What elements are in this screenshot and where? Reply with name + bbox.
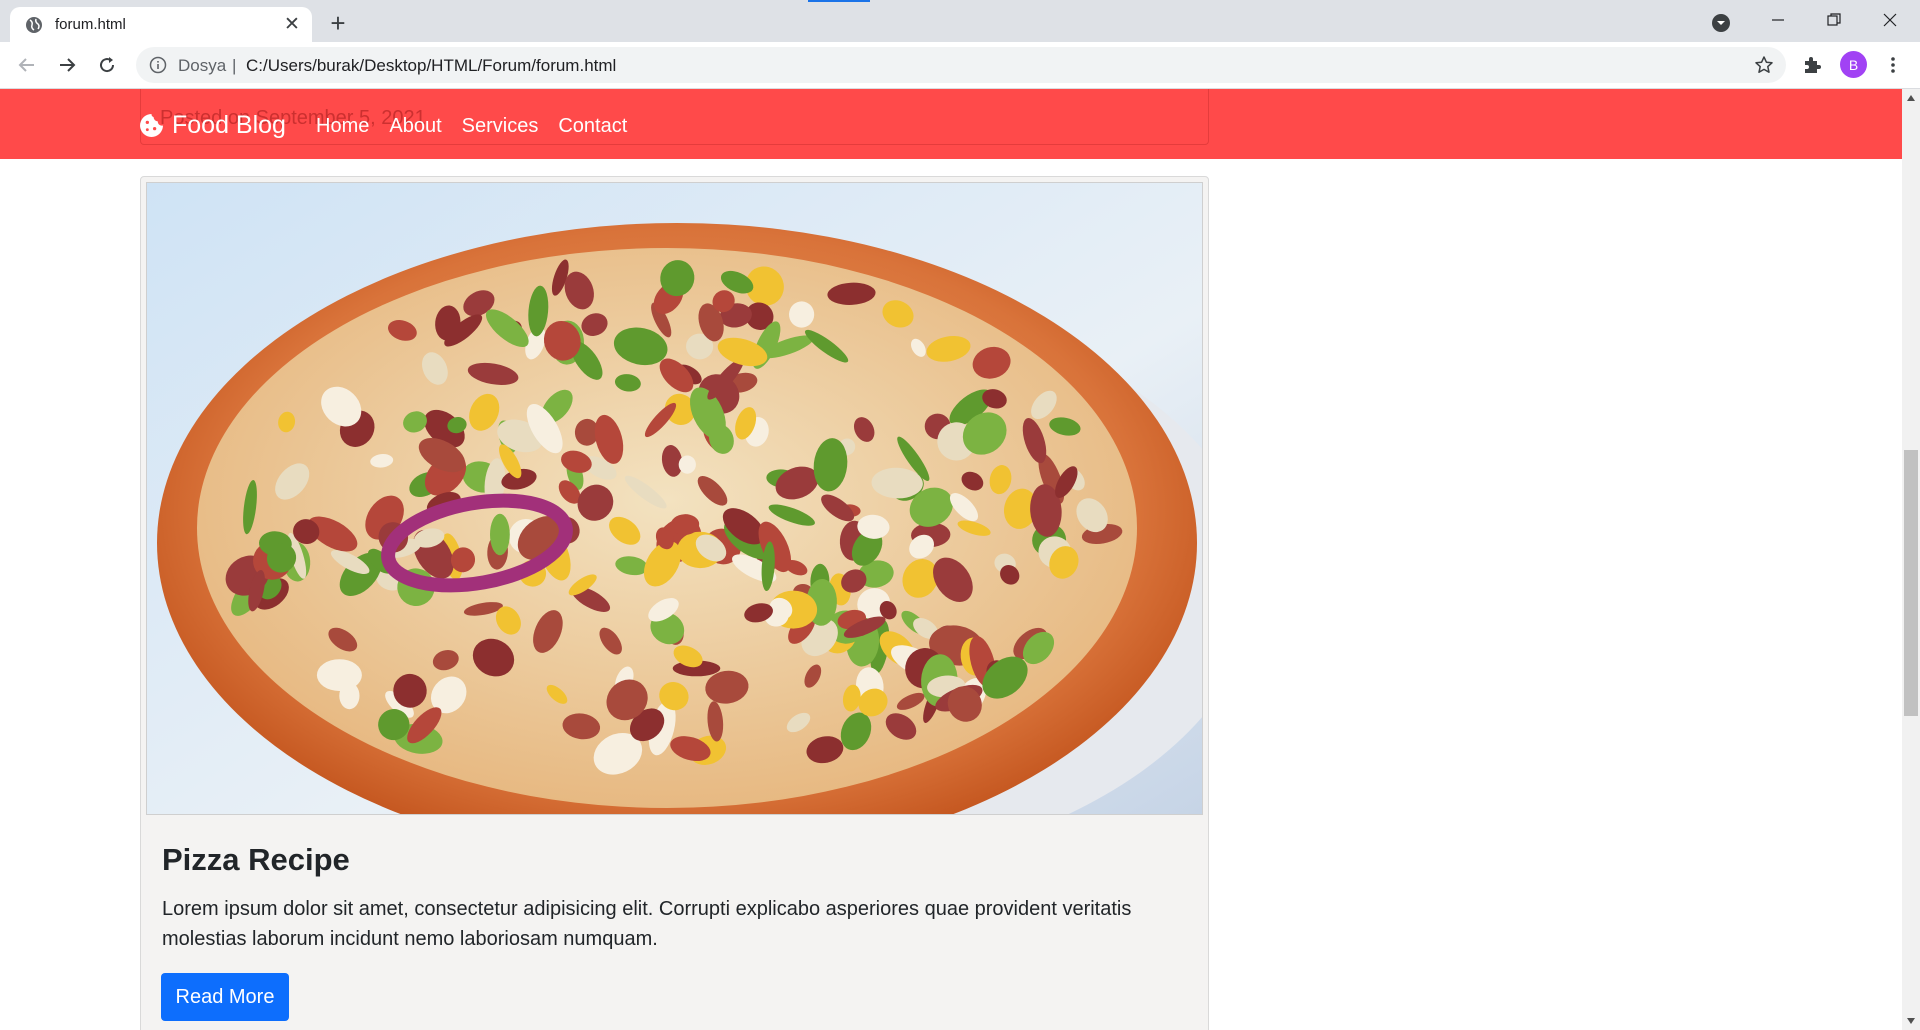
scroll-up-arrow-icon[interactable] xyxy=(1902,89,1920,107)
window-restore-icon[interactable] xyxy=(1806,0,1862,40)
site-info-icon[interactable] xyxy=(149,56,167,74)
browser-tab-forum[interactable]: forum.html ✕ xyxy=(10,7,312,42)
browser-menu-icon[interactable] xyxy=(1878,50,1908,80)
site-navbar: Posted on September 5, 2021 Food Blog Ho… xyxy=(0,89,1902,159)
window-minimize-icon[interactable] xyxy=(1750,0,1806,40)
scroll-thumb[interactable] xyxy=(1904,450,1918,716)
blog-post-card: Pizza Recipe Lorem ipsum dolor sit amet,… xyxy=(140,176,1209,1030)
navbar-links: Home About Services Contact xyxy=(316,115,647,138)
address-separator: | xyxy=(232,56,237,75)
profile-avatar[interactable]: B xyxy=(1840,51,1867,78)
nav-link-services[interactable]: Services xyxy=(462,115,539,138)
address-url[interactable]: C:/Users/burak/Desktop/HTML/Forum/forum.… xyxy=(246,56,616,76)
scroll-down-arrow-icon[interactable] xyxy=(1902,1012,1920,1030)
card-title: Pizza Recipe xyxy=(162,842,350,877)
page-scrollbar[interactable] xyxy=(1902,89,1920,1030)
pizza-image xyxy=(146,182,1203,815)
tab-search-icon[interactable] xyxy=(1709,11,1733,35)
address-origin-label: Dosya xyxy=(178,56,227,75)
reload-icon[interactable] xyxy=(92,50,122,80)
forward-arrow-icon[interactable] xyxy=(52,50,82,80)
extensions-puzzle-icon[interactable] xyxy=(1797,50,1827,80)
new-tab-plus-icon[interactable]: + xyxy=(324,8,352,38)
tab-title: forum.html xyxy=(55,16,126,33)
nav-link-contact[interactable]: Contact xyxy=(558,115,627,138)
read-more-button[interactable]: Read More xyxy=(161,973,289,1021)
navbar-brand[interactable]: Food Blog xyxy=(139,111,286,140)
brand-label: Food Blog xyxy=(172,111,286,139)
back-arrow-icon[interactable] xyxy=(12,50,42,80)
tab-loading-indicator xyxy=(808,0,870,2)
nav-link-home[interactable]: Home xyxy=(316,115,369,138)
bookmark-star-icon[interactable] xyxy=(1754,55,1774,75)
address-bar[interactable]: Dosya | C:/Users/burak/Desktop/HTML/Foru… xyxy=(136,47,1786,83)
nav-link-about[interactable]: About xyxy=(389,115,441,138)
page-viewport: Pizza Recipe Lorem ipsum dolor sit amet,… xyxy=(0,89,1902,1030)
tab-close-icon[interactable]: ✕ xyxy=(281,13,303,35)
browser-tab-strip: forum.html ✕ + xyxy=(0,0,1920,42)
card-text: Lorem ipsum dolor sit amet, consectetur … xyxy=(162,898,1132,950)
browser-toolbar: Dosya | C:/Users/burak/Desktop/HTML/Foru… xyxy=(0,42,1920,89)
window-close-icon[interactable] xyxy=(1862,0,1918,40)
cookie-icon xyxy=(140,114,163,137)
globe-icon xyxy=(26,17,42,33)
